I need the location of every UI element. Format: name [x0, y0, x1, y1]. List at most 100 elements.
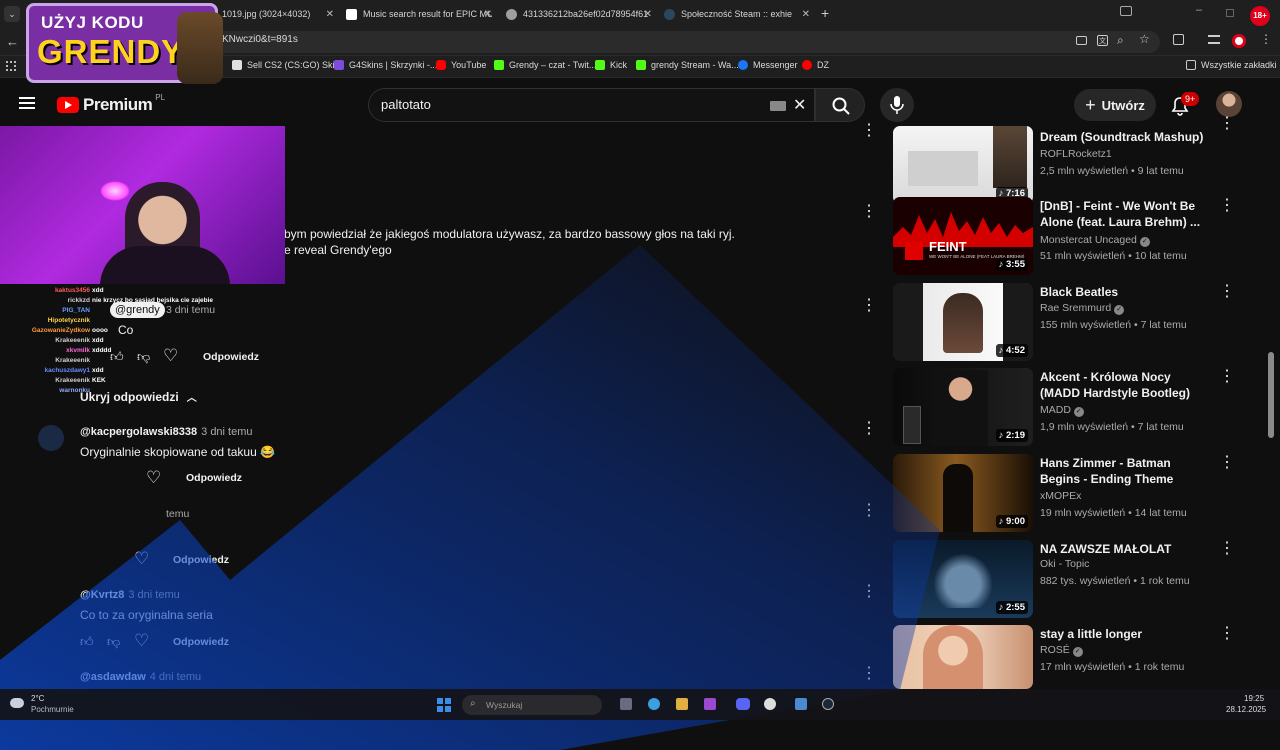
all-bookmarks[interactable]: Wszystkie zakładki	[1186, 60, 1277, 70]
task-view-icon[interactable]	[620, 698, 632, 710]
video-thumbnail[interactable]: ♪ 7:16	[893, 126, 1033, 204]
video-menu-icon[interactable]: ⋮	[1219, 455, 1235, 471]
omnibox[interactable]	[210, 31, 1160, 53]
profile-avatar-icon[interactable]	[1232, 34, 1246, 48]
heart-icon[interactable]: ♡	[146, 468, 161, 488]
video-channel[interactable]: ROFLRocketz1	[1040, 148, 1112, 160]
comment-menu-icon[interactable]: ⋮	[861, 123, 877, 139]
comment-menu-icon[interactable]: ⋮	[861, 421, 877, 437]
translate-icon[interactable]: 文	[1097, 35, 1108, 46]
discord-icon[interactable]	[736, 698, 750, 710]
dislike-icon[interactable]: 👎︎	[107, 634, 120, 650]
avatar[interactable]	[38, 425, 64, 451]
bookmark-item[interactable]: grendy Stream - Wa...	[636, 60, 739, 70]
windows-start-icon[interactable]	[437, 698, 451, 712]
bookmark-star-icon[interactable]: ☆	[1139, 32, 1150, 46]
app-icon[interactable]	[704, 698, 716, 710]
search-button[interactable]	[815, 88, 865, 122]
tab-1[interactable]: 1019.jpg (3024×4032) ✕	[222, 3, 334, 25]
like-icon[interactable]: 👍︎	[80, 634, 94, 650]
comment-menu-icon[interactable]: ⋮	[861, 666, 877, 682]
comment-author[interactable]: @Kvrtz8 3 dni temu	[80, 589, 180, 601]
video-menu-icon[interactable]: ⋮	[1219, 626, 1235, 642]
zoom-icon[interactable]: ⌕	[1117, 33, 1124, 48]
keyboard-icon[interactable]	[770, 101, 786, 111]
bookmark-item[interactable]: Messenger	[738, 60, 798, 70]
video-thumbnail[interactable]: ♪ 9:00	[893, 454, 1033, 532]
comment-author[interactable]: @asdawdaw 4 dni temu	[80, 671, 201, 683]
comment-author[interactable]: @kacpergolawski8338 3 dni temu	[80, 426, 253, 438]
reply-button[interactable]: Odpowiedz	[173, 636, 229, 648]
voice-search-button[interactable]	[880, 88, 914, 122]
video-menu-icon[interactable]: ⋮	[1219, 116, 1235, 132]
video-channel[interactable]: Rae Sremmurd ✓	[1040, 302, 1125, 315]
bookmark-item[interactable]: YouTube	[436, 60, 486, 70]
video-title[interactable]: stay a little longer	[1040, 626, 1210, 642]
video-thumbnail[interactable]: ♪ 4:52	[893, 283, 1033, 361]
reply-button[interactable]: Odpowiedz	[173, 554, 229, 566]
bookmark-item[interactable]: G4Skins | Skrzynki -...	[334, 60, 437, 70]
search-input[interactable]: paltotato ✕	[368, 88, 815, 122]
video-title[interactable]: Dream (Soundtrack Mashup)	[1040, 129, 1210, 145]
close-icon[interactable]: ✕	[644, 9, 652, 20]
reply-button[interactable]: Odpowiedz	[203, 351, 259, 363]
minimize-icon[interactable]: –	[1196, 4, 1202, 16]
video-title[interactable]: Akcent - Królowa Nocy (MADD Hardstyle Bo…	[1040, 369, 1210, 401]
heart-icon[interactable]: ♡	[134, 549, 149, 569]
app-icon[interactable]	[795, 698, 807, 710]
video-thumbnail[interactable]: ♪ 2:55	[893, 540, 1033, 618]
scrollbar-thumb[interactable]	[1268, 352, 1274, 438]
comment-menu-icon[interactable]: ⋮	[861, 584, 877, 600]
video-title[interactable]: [DnB] - Feint - We Won't Be Alone (feat.…	[1040, 198, 1210, 230]
taskbar-search[interactable]: ⌕ Wyszukaj	[462, 695, 602, 715]
apps-grid-icon[interactable]	[6, 61, 16, 71]
bookmark-item[interactable]: DZ	[802, 60, 829, 70]
video-thumbnail[interactable]: FEINT WE WON'T BE ALONE (FEAT LAURA BREH…	[893, 197, 1033, 275]
video-channel[interactable]: Oki - Topic	[1040, 558, 1089, 570]
bookmark-item[interactable]: Sell CS2 (CS:GO) Ski...	[232, 60, 342, 70]
back-icon[interactable]: ←	[6, 34, 19, 49]
tab-3[interactable]: 431336212ba26ef02d78954f61 ✕	[506, 3, 652, 25]
avatar[interactable]	[1216, 91, 1242, 117]
url-text[interactable]: KNwczi0&t=891s	[222, 34, 298, 45]
weather-desc[interactable]: Pochmurnie	[31, 705, 74, 714]
restore-icon[interactable]	[1226, 9, 1234, 17]
profile-badge[interactable]: 18+	[1250, 6, 1270, 26]
extensions-icon[interactable]	[1173, 34, 1184, 45]
weather-temp[interactable]: 2°C	[31, 694, 44, 703]
comment-menu-icon[interactable]: ⋮	[861, 503, 877, 519]
comment-menu-icon[interactable]: ⋮	[861, 298, 877, 314]
chrome-icon[interactable]	[764, 698, 776, 710]
steam-icon[interactable]	[822, 698, 834, 710]
video-thumbnail[interactable]	[893, 625, 1033, 689]
media-icon[interactable]	[1120, 6, 1132, 16]
reading-list-icon[interactable]	[1208, 35, 1220, 44]
bookmark-item[interactable]: Kick	[595, 60, 627, 70]
reply-button[interactable]: Odpowiedz	[186, 472, 242, 484]
video-menu-icon[interactable]: ⋮	[1219, 541, 1235, 557]
close-icon[interactable]: ✕	[802, 9, 810, 20]
tab-2[interactable]: Music search result for EPIC MU ✕	[346, 3, 492, 25]
video-channel[interactable]: MADD ✓	[1040, 404, 1084, 417]
youtube-premium-logo[interactable]: Premium PL	[57, 93, 165, 115]
menu-dots-icon[interactable]: ⋮	[1260, 32, 1272, 46]
clear-search-icon[interactable]: ✕	[793, 95, 806, 115]
cast-icon[interactable]	[1076, 36, 1087, 45]
close-icon[interactable]: ✕	[326, 9, 334, 20]
hamburger-menu-icon[interactable]	[19, 97, 35, 109]
video-channel[interactable]: xMOPEx	[1040, 490, 1081, 502]
video-thumbnail[interactable]: ♪ 2:19	[893, 368, 1033, 446]
explorer-icon[interactable]	[676, 698, 688, 710]
bookmark-item[interactable]: Grendy – czat - Twit...	[494, 60, 596, 70]
video-title[interactable]: Black Beatles	[1040, 284, 1210, 300]
video-menu-icon[interactable]: ⋮	[1219, 198, 1235, 214]
video-menu-icon[interactable]: ⋮	[1219, 284, 1235, 300]
close-icon[interactable]: ✕	[484, 9, 492, 20]
tab-4[interactable]: Społeczność Steam :: exhie ✕	[664, 3, 810, 25]
tab-search-button[interactable]: ⌄	[4, 6, 20, 22]
new-tab-button[interactable]: +	[821, 5, 829, 21]
video-menu-icon[interactable]: ⋮	[1219, 369, 1235, 385]
clock-date[interactable]: 28.12.2025	[1226, 705, 1266, 714]
edge-icon[interactable]	[648, 698, 660, 710]
heart-icon[interactable]: ♡	[134, 631, 149, 651]
